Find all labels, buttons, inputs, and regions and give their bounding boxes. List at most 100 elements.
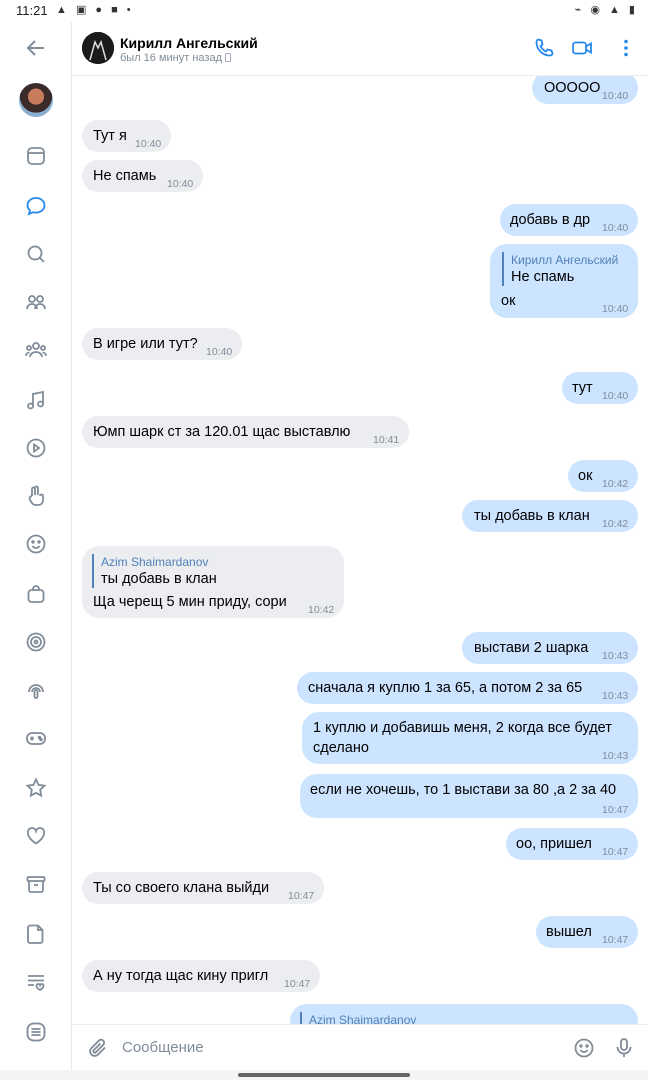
documents-icon[interactable]	[20, 918, 52, 950]
microphone-icon[interactable]	[612, 1036, 636, 1065]
likes-icon[interactable]	[20, 820, 52, 852]
message-time: 10:40	[602, 303, 629, 315]
message-bubble[interactable]: оо, пришел 10:47	[506, 828, 638, 860]
friends-icon[interactable]	[20, 286, 52, 318]
message-bubble[interactable]: вышел 10:47	[536, 916, 638, 948]
communities-icon[interactable]	[20, 334, 52, 366]
games-icon[interactable]	[20, 722, 52, 754]
message-bubble[interactable]: В игре или тут? 10:40	[82, 328, 242, 360]
message-time: 10:40	[206, 346, 233, 358]
video-call-icon[interactable]	[568, 34, 596, 62]
reply-message-bubble[interactable]: Кирилл Ангельский Не спамь ок 10:40	[490, 244, 638, 318]
status-time: 11:21	[16, 3, 48, 18]
news-icon[interactable]	[20, 140, 52, 172]
message-text: добавь в др	[510, 212, 591, 228]
message-text: тут	[572, 380, 593, 396]
emoji-icon[interactable]	[572, 1036, 596, 1065]
message-time: 10:47	[288, 890, 315, 902]
music-icon[interactable]	[20, 384, 52, 416]
clips-icon[interactable]	[20, 480, 52, 512]
message-time: 10:41	[373, 434, 400, 446]
message-text: ты добавь в клан	[474, 508, 590, 524]
shop-icon[interactable]	[20, 578, 52, 610]
message-time: 10:47	[602, 804, 629, 816]
message-text: ок	[501, 293, 516, 309]
reply-quote[interactable]: Azim Shaimardanov ты добавь в клан	[92, 554, 217, 588]
message-bubble[interactable]: ок 10:42	[568, 460, 638, 492]
message-bubble[interactable]: добавь в др 10:40	[500, 204, 638, 236]
message-bubble[interactable]: А ну тогда щас кину пригл 10:47	[82, 960, 320, 992]
message-text: если не хочешь, то 1 выстави за 80 ,а 2 …	[310, 782, 617, 798]
message-time: 10:42	[602, 478, 629, 490]
reply-author: Azim Shaimardanov	[101, 555, 209, 569]
target-icon[interactable]	[20, 626, 52, 658]
reply-quote[interactable]: Azim Shaimardanov	[300, 1012, 416, 1024]
message-time: 10:42	[308, 604, 335, 616]
message-time: 10:42	[602, 518, 629, 530]
message-time: 10:40	[135, 138, 162, 150]
last-seen-text: был 16 минут назад	[120, 52, 222, 64]
messages-icon[interactable]	[20, 190, 52, 222]
archive-icon[interactable]	[20, 868, 52, 900]
message-bubble[interactable]: 1 куплю и добавишь меня, 2 когда все буд…	[302, 712, 638, 764]
reply-quote[interactable]: Кирилл Ангельский Не спамь	[502, 252, 618, 286]
message-text: Не спамь	[93, 168, 157, 184]
more-icon[interactable]	[612, 34, 640, 62]
message-text: ок	[578, 468, 593, 484]
search-icon[interactable]	[20, 238, 52, 270]
contact-name[interactable]: Кирилл Ангельский	[120, 35, 258, 51]
message-bubble[interactable]: Ты со своего клана выйди 10:47	[82, 872, 324, 904]
message-bubble[interactable]: сначала я куплю 1 за 65, а потом 2 за 65…	[297, 672, 638, 704]
message-time: 10:40	[602, 222, 629, 234]
message-bubble[interactable]: ООООО 10:40	[532, 76, 638, 104]
message-time: 10:43	[602, 690, 629, 702]
message-text: сначала я куплю 1 за 65, а потом 2 за 65	[308, 680, 583, 696]
message-input[interactable]: Сообщение	[122, 1039, 204, 1056]
podcasts-icon[interactable]	[20, 674, 52, 706]
lists-icon[interactable]	[20, 966, 52, 998]
notification-icons: ▲ ▣ ● ■ •	[56, 4, 134, 16]
message-time: 10:40	[167, 178, 194, 190]
message-bubble[interactable]: если не хочешь, то 1 выстави за 80 ,а 2 …	[300, 774, 638, 818]
message-bubble[interactable]: тут 10:40	[562, 372, 638, 404]
message-text: вышел	[546, 924, 592, 940]
reply-author: Кирилл Ангельский	[511, 253, 619, 267]
chat-header: Кирилл Ангельский был 16 минут назад	[72, 22, 648, 76]
back-arrow-icon[interactable]	[20, 32, 52, 64]
message-bubble[interactable]: ты добавь в клан 10:42	[462, 500, 638, 532]
reply-message-bubble[interactable]: Azim Shaimardanov ты добавь в клан Ща че…	[82, 546, 344, 618]
message-time: 10:43	[602, 750, 629, 762]
message-time: 10:47	[602, 934, 629, 946]
video-icon[interactable]	[20, 432, 52, 464]
message-list[interactable]: ООООО 10:40 Тут я 10:40 Не спамь 10:40 д…	[72, 76, 648, 1024]
message-bubble[interactable]: Юмп шарк ст за 120.01 щас выставлю 10:41	[82, 416, 409, 448]
message-bubble[interactable]: выстави 2 шарка 10:43	[462, 632, 638, 664]
avatar[interactable]	[19, 83, 53, 117]
message-composer: Сообщение	[72, 1024, 648, 1070]
message-text: В игре или тут?	[93, 336, 198, 352]
message-time: 10:40	[602, 390, 629, 402]
gesture-bar	[0, 1070, 648, 1080]
message-time: 10:47	[284, 978, 311, 990]
contact-avatar[interactable]	[82, 32, 114, 64]
message-time: 10:40	[602, 90, 629, 102]
stickers-icon[interactable]	[20, 528, 52, 560]
system-icons: ⌁ ◉ ▲ ▮	[574, 4, 638, 16]
message-text: А ну тогда щас кину пригл	[93, 968, 269, 984]
message-text: выстави 2 шарка	[474, 640, 589, 656]
message-time: 10:43	[602, 650, 629, 662]
call-icon[interactable]	[530, 34, 558, 62]
reply-message-bubble[interactable]: Azim Shaimardanov	[290, 1004, 638, 1024]
message-text: 1 куплю и добавишь меня, 2 когда все буд…	[313, 720, 612, 736]
message-text: ООООО	[544, 80, 601, 96]
message-text: Ща черещ 5 мин приду, сори	[93, 594, 287, 610]
menu-icon[interactable]	[20, 1016, 52, 1048]
message-bubble[interactable]: Тут я 10:40	[82, 120, 171, 152]
message-text: Тут я	[93, 128, 127, 144]
message-bubble[interactable]: Не спамь 10:40	[82, 160, 203, 192]
attach-icon[interactable]	[86, 1036, 110, 1065]
last-seen: был 16 минут назад	[120, 52, 232, 64]
bookmarks-icon[interactable]	[20, 772, 52, 804]
home-indicator[interactable]	[238, 1073, 410, 1077]
status-bar: 11:21 ▲ ▣ ● ■ • ⌁ ◉ ▲ ▮	[0, 0, 648, 22]
